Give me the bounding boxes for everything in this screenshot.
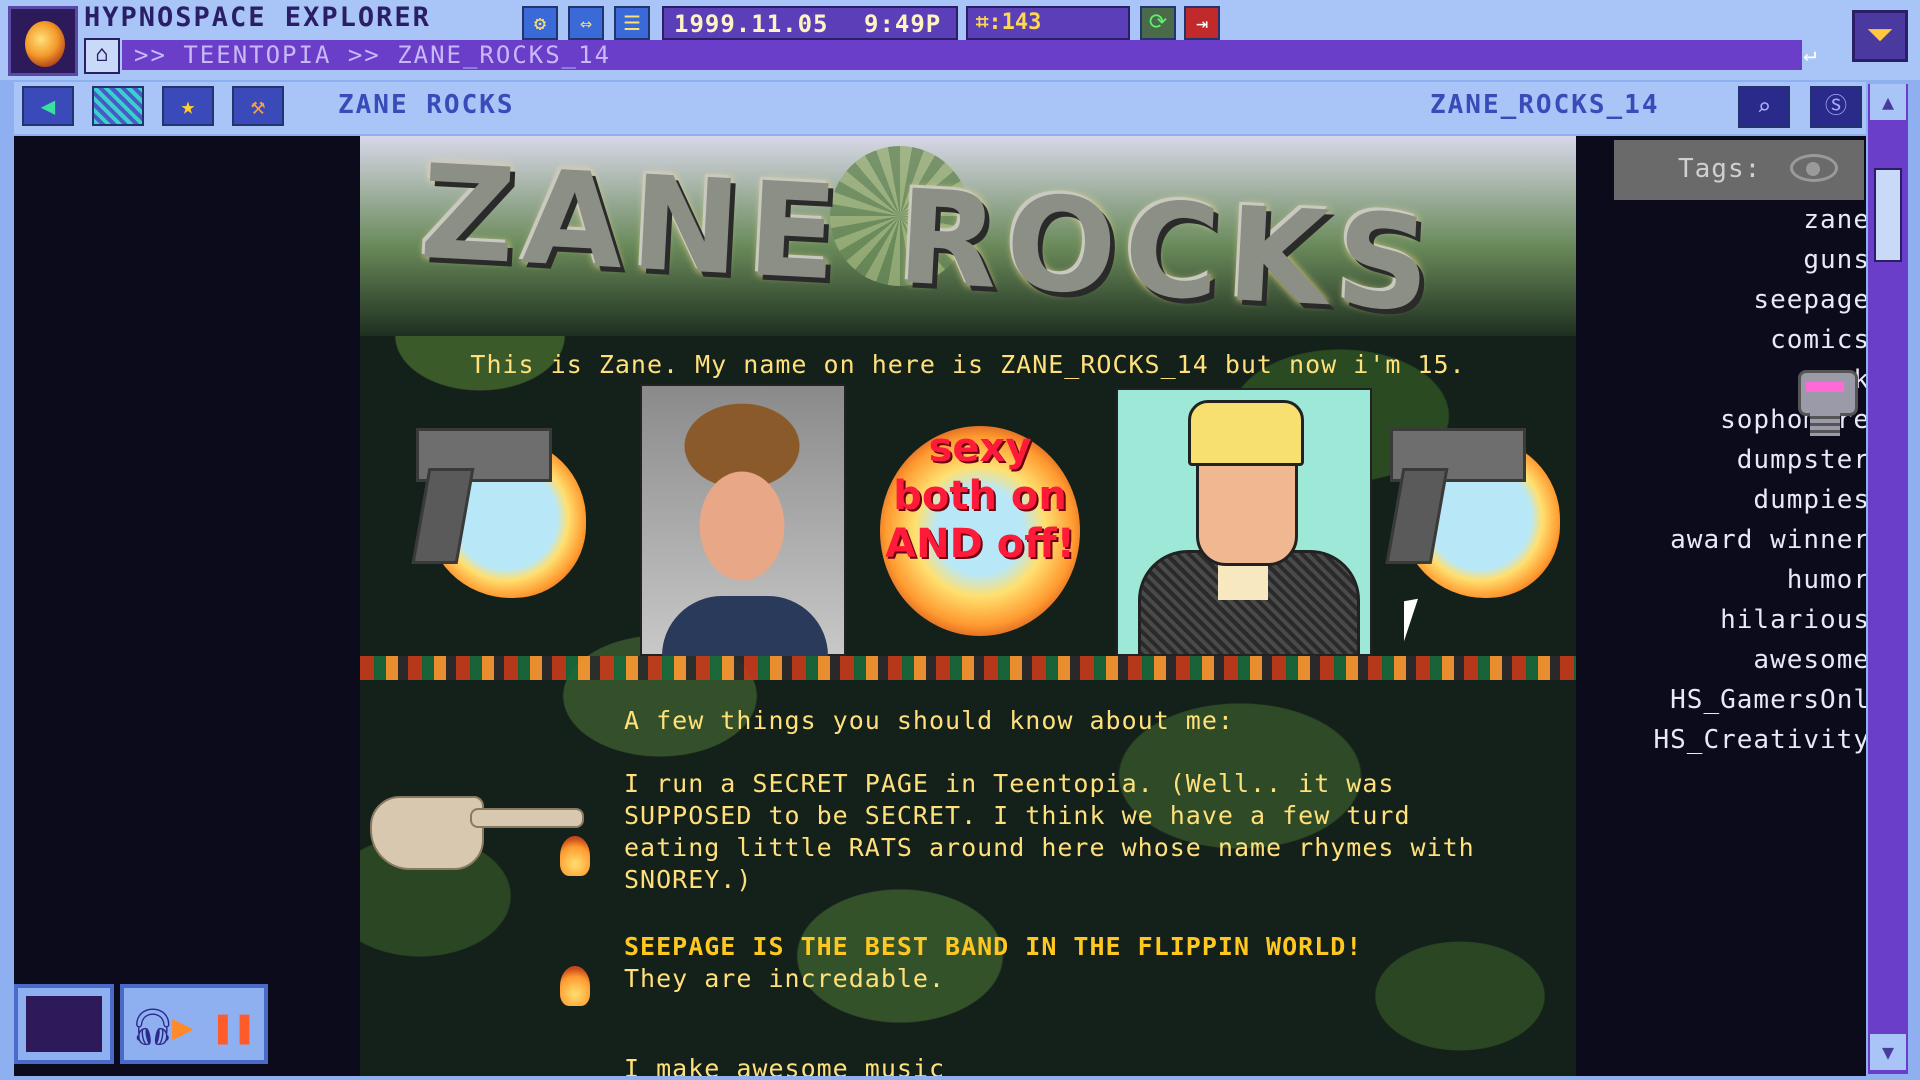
tag-item[interactable]: hilarious <box>1574 600 1866 640</box>
pause-icon[interactable]: ❚❚ <box>212 1008 255 1048</box>
settings-icon[interactable]: ⚙ <box>522 6 558 40</box>
search-icon[interactable]: ⌕ <box>1738 86 1790 128</box>
scroll-up-icon[interactable]: ▲ <box>1870 84 1906 120</box>
app-title: HYPNOSPACE EXPLORER <box>84 2 431 33</box>
partial-line: I make awesome music <box>624 1054 946 1076</box>
web-page: ZANE ROCKS This is Zane. My name on here… <box>360 136 1576 1076</box>
tag-item[interactable]: HS_Creativity <box>1574 720 1867 760</box>
eye-icon[interactable] <box>1790 154 1838 182</box>
tag-item[interactable]: humor <box>1574 560 1866 600</box>
tag-item[interactable]: seepage <box>1574 280 1866 320</box>
flaming-gun-left-image <box>411 418 596 598</box>
flaming-gun-right-image <box>1385 418 1570 598</box>
torch-icon <box>560 836 590 876</box>
home-icon[interactable]: ⌂ <box>84 38 120 74</box>
checker-icon[interactable] <box>92 86 144 126</box>
browser-viewport: ZANE ROCKS This is Zane. My name on here… <box>14 136 1866 1076</box>
intro-text: This is Zane. My name on here is ZANE_RO… <box>470 350 1466 379</box>
tag-item[interactable]: award winner <box>1574 520 1866 560</box>
hs-coin-icon[interactable]: Ⓢ <box>1810 86 1862 128</box>
music-player-display <box>14 984 114 1064</box>
exit-icon[interactable]: ⇥ <box>1184 6 1220 40</box>
tag-item[interactable]: HS_GamersOnl <box>1574 680 1866 720</box>
minimize-icon[interactable]: ⏷ <box>1852 10 1908 62</box>
date-text: 1999.11.05 <box>674 10 829 38</box>
page-name: ZANE ROCKS <box>338 90 515 120</box>
enter-icon[interactable]: ↵ <box>1792 42 1828 68</box>
robot-sticker-icon[interactable] <box>1794 370 1858 440</box>
sync-icon[interactable]: ⟳ <box>1140 6 1176 40</box>
hypnocoin-counter: ⌗:143 <box>966 6 1130 40</box>
tag-item[interactable]: dumpster <box>1574 440 1866 480</box>
about-paragraph: I run a SECRET PAGE in Teentopia. (Well.… <box>624 769 1475 894</box>
scroll-thumb[interactable] <box>1874 168 1902 262</box>
scrollbar[interactable]: ▲ ▼ <box>1868 84 1908 1074</box>
band-line-2: They are incredable. <box>624 964 946 993</box>
band-line: SEEPAGE IS THE BEST BAND IN THE FLIPPIN … <box>624 932 1363 961</box>
tag-item[interactable]: guns <box>1574 240 1866 280</box>
skeleton-hand-image <box>360 766 584 886</box>
page-id: ZANE_ROCKS_14 <box>1430 90 1660 120</box>
back-arrow-icon[interactable]: ◀ <box>22 86 74 126</box>
tags-list: zanegunsseepagecomicspunksophomoredumpst… <box>1574 200 1867 760</box>
tag-item[interactable]: awesome <box>1574 640 1866 680</box>
datetime-display: 1999.11.05 9:49P <box>662 6 958 40</box>
resize-icon[interactable]: ⇔ <box>568 6 604 40</box>
tag-item[interactable]: zane <box>1574 200 1866 240</box>
torch-icon <box>560 966 590 1006</box>
zane-photo <box>640 384 846 656</box>
flame-divider <box>360 656 1576 680</box>
mouse-cursor <box>1404 598 1418 642</box>
time-text: 9:49P <box>864 10 942 38</box>
headphones-icon[interactable]: 🎧︎ <box>130 1008 176 1048</box>
hypnospace-logo-icon[interactable] <box>8 6 78 76</box>
toolbar: ◀ ★ ⚒ ZANE ROCKS ZANE_ROCKS_14 ⌕ Ⓢ <box>14 82 1866 134</box>
about-heading: A few things you should know about me: <box>624 706 1234 735</box>
music-player-controls: 🎧︎ ▶ ❚❚ <box>120 984 268 1064</box>
address-bar[interactable]: >> TEENTOPIA >> ZANE_ROCKS_14 <box>122 40 1802 70</box>
star-icon[interactable]: ★ <box>162 86 214 126</box>
tag-item[interactable]: dumpies <box>1574 480 1866 520</box>
sexy-caption: sexy both on AND off! <box>885 425 1075 567</box>
scroll-down-icon[interactable]: ▼ <box>1870 1034 1906 1070</box>
tag-item[interactable]: comics <box>1574 320 1866 360</box>
play-icon[interactable]: ▶ <box>172 1008 194 1048</box>
comic-hero-image <box>1116 388 1372 656</box>
menu-icon[interactable]: ☰ <box>614 6 650 40</box>
hammer-icon[interactable]: ⚒ <box>232 86 284 126</box>
